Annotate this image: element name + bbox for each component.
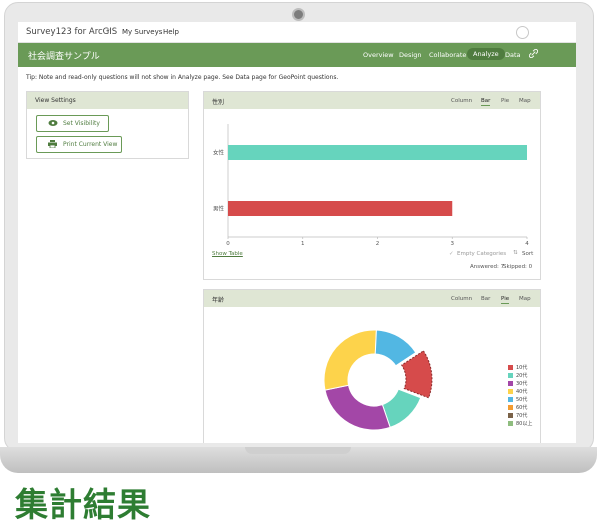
- laptop-frame: Survey123 for ArcGIS ▾ My Surveys Help 社…: [0, 0, 597, 473]
- age-card-header: 年齢 Column Bar Pie Map: [204, 290, 540, 307]
- gender-tab-column[interactable]: Column: [451, 98, 472, 104]
- legend-item[interactable]: 50代: [508, 396, 532, 404]
- link-icon[interactable]: [528, 48, 539, 60]
- answered-count: Answered: 7: [470, 264, 505, 270]
- legend-label: 70代: [516, 413, 528, 419]
- legend-item[interactable]: 20代: [508, 372, 532, 380]
- app-brand[interactable]: Survey123 for ArcGIS: [26, 27, 117, 37]
- age-card-title: 年齢: [212, 297, 225, 304]
- legend-swatch: [508, 405, 513, 410]
- slice-3[interactable]: [323, 329, 377, 391]
- view-settings-header: View Settings: [27, 92, 188, 109]
- legend-label: 40代: [516, 389, 528, 395]
- legend-item[interactable]: 80以上: [508, 420, 532, 428]
- survey-title: 社会調査サンプル: [28, 52, 100, 62]
- legend-swatch: [508, 421, 513, 426]
- legend-label: 10代: [516, 365, 528, 371]
- x-tick-0: 0: [226, 241, 230, 246]
- legend-item[interactable]: 30代: [508, 380, 532, 388]
- gender-tab-map[interactable]: Map: [519, 98, 531, 104]
- bar-label-0: 女性: [213, 149, 225, 157]
- survey-header: 社会調査サンプル Overview Design Collaborate Ana…: [18, 43, 576, 67]
- legend-swatch: [508, 413, 513, 418]
- legend-swatch: [508, 397, 513, 402]
- laptop-notch: [245, 447, 351, 454]
- results-heading: 集計結果: [15, 485, 151, 524]
- x-tick-2: 2: [376, 241, 380, 246]
- gender-card-header: 性別 Column Bar Pie Map: [204, 92, 540, 109]
- print-view-button[interactable]: Print Current View: [36, 136, 122, 153]
- slice-2[interactable]: [324, 384, 391, 431]
- legend-swatch: [508, 381, 513, 386]
- gender-tab-pie[interactable]: Pie: [501, 98, 509, 104]
- sort-icon[interactable]: ⇅: [513, 250, 518, 256]
- skipped-count: Skipped: 0: [503, 264, 533, 270]
- tab-analyze[interactable]: Analyze: [467, 48, 505, 60]
- legend-label: 30代: [516, 381, 528, 387]
- legend-swatch: [508, 373, 513, 378]
- legend-item[interactable]: 70代: [508, 412, 532, 420]
- empty-categories-checkbox-icon[interactable]: ✓: [449, 251, 454, 257]
- top-navigation: Survey123 for ArcGIS ▾ My Surveys Help: [18, 22, 576, 43]
- age-card: 年齢 Column Bar Pie Map 10代 20代 30代 40代 50代 60代…: [203, 289, 541, 443]
- age-tab-pie[interactable]: Pie: [501, 296, 510, 304]
- gender-card-title: 性別: [212, 99, 225, 106]
- age-tab-map[interactable]: Map: [519, 296, 531, 302]
- x-tick-3: 3: [451, 241, 455, 246]
- legend-swatch: [508, 389, 513, 394]
- bar-label-1: 男性: [213, 205, 225, 213]
- gender-card: 性別 Column Bar Pie Map 女性男性 0 1 2 3 4 Show Tab…: [203, 91, 541, 280]
- tip-text: Tip: Note and read-only questions will n…: [26, 74, 339, 81]
- legend-label: 60代: [516, 405, 528, 411]
- legend-label: 50代: [516, 397, 528, 403]
- show-table-link[interactable]: Show Table: [212, 251, 243, 257]
- printer-icon: [48, 140, 57, 150]
- brand-dropdown-icon[interactable]: ▾: [107, 28, 110, 34]
- tab-design[interactable]: Design: [399, 51, 421, 59]
- nav-help[interactable]: Help: [163, 28, 179, 36]
- view-settings-panel: View Settings Set Visibility Print Curre…: [26, 91, 189, 159]
- print-view-label: Print Current View: [63, 141, 118, 148]
- gender-bar-chart: 女性男性 0 1 2 3 4: [213, 124, 529, 246]
- user-avatar-icon[interactable]: [516, 26, 529, 39]
- x-tick-1: 1: [301, 241, 305, 246]
- tab-overview[interactable]: Overview: [363, 51, 394, 59]
- age-donut-chart: [323, 329, 433, 431]
- legend-item[interactable]: 40代: [508, 388, 532, 396]
- set-visibility-label: Set Visibility: [63, 120, 100, 127]
- legend-item[interactable]: 10代: [508, 364, 532, 372]
- set-visibility-button[interactable]: Set Visibility: [36, 115, 109, 132]
- legend-swatch: [508, 365, 513, 370]
- age-tab-column[interactable]: Column: [451, 296, 472, 302]
- age-legend: 10代 20代 30代 40代 50代 60代 70代 80以上: [508, 364, 532, 428]
- tab-data[interactable]: Data: [505, 51, 521, 59]
- legend-label: 80以上: [516, 421, 533, 427]
- age-tab-bar[interactable]: Bar: [481, 296, 490, 302]
- tab-collaborate[interactable]: Collaborate: [429, 51, 466, 59]
- sort-label[interactable]: Sort: [522, 251, 533, 257]
- legend-label: 20代: [516, 373, 528, 379]
- nav-my-surveys[interactable]: My Surveys: [122, 28, 162, 36]
- app-screen: Survey123 for ArcGIS ▾ My Surveys Help 社…: [18, 22, 576, 443]
- view-settings-title: View Settings: [35, 97, 76, 104]
- camera-icon: [292, 8, 305, 21]
- eye-icon: [48, 119, 58, 129]
- legend-item[interactable]: 60代: [508, 404, 532, 412]
- bar-0[interactable]: [228, 145, 527, 160]
- x-tick-4: 4: [525, 241, 529, 246]
- empty-categories-label[interactable]: Empty Categories: [457, 251, 506, 257]
- bar-1[interactable]: [228, 201, 453, 216]
- gender-tab-bar[interactable]: Bar: [481, 98, 491, 106]
